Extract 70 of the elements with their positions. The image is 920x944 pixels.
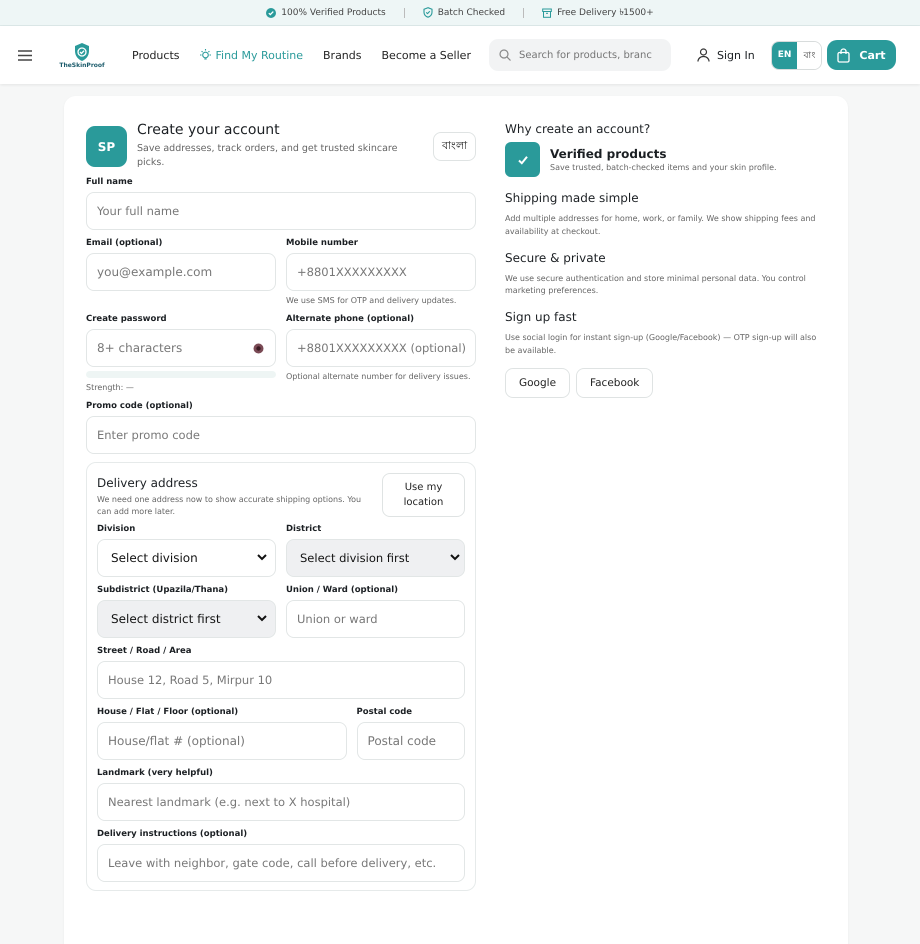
- field-label: Delivery instructions (optional): [97, 828, 248, 839]
- field-label: Postal code: [356, 706, 414, 717]
- field-label: Division: [97, 524, 136, 534]
- social-login-button[interactable]: Google: [505, 368, 570, 398]
- section-title: Delivery address: [97, 476, 199, 490]
- input-field[interactable]: Nearest landmark (e.g. next to X hospital): [97, 782, 465, 821]
- password-field[interactable]: 8+ characters: [86, 328, 276, 367]
- input-field[interactable]: you@example.com: [86, 252, 276, 290]
- checkmark-icon: [505, 142, 540, 177]
- benefit-title: Shipping made simple: [505, 191, 640, 205]
- input-field[interactable]: Your full name: [86, 192, 476, 230]
- section-note: We need one address now to show accurate shipping options. You can add more later.: [97, 494, 362, 518]
- eye-icon[interactable]: [253, 342, 264, 354]
- user-icon: [696, 48, 710, 62]
- shield-logo-icon: [73, 42, 91, 62]
- social-login-button[interactable]: Facebook: [576, 368, 654, 398]
- chevron-down-icon: [450, 554, 460, 562]
- form-title: Create your account: [137, 122, 281, 138]
- benefit-title: Verified products: [550, 147, 668, 161]
- field-label: Create password: [86, 314, 168, 324]
- input-field[interactable]: Leave with neighbor, gate code, call before delivery, etc.: [97, 844, 465, 882]
- form-subtitle: Save addresses, track orders, and get trusted skincare picks.: [137, 142, 398, 170]
- chevron-down-icon: [257, 615, 267, 622]
- shopping-bag-icon: [837, 48, 850, 62]
- field-label: House / Flat / Floor (optional): [97, 706, 240, 717]
- benefit-text: Use social login for instant sign-up (Google/Facebook) — OTP sign-up will also be available.: [505, 332, 818, 357]
- field-label: Alternate phone (optional): [286, 314, 416, 324]
- lightbulb-icon: [200, 48, 210, 62]
- language-button[interactable]: বাংলা: [433, 132, 476, 161]
- field-label: Mobile number: [286, 238, 359, 248]
- field-label: Promo code (optional): [86, 400, 194, 411]
- promo-text: Batch Checked: [438, 8, 506, 18]
- strength-text: Strength: —: [86, 382, 135, 393]
- benefit-text: Add multiple addresses for home, work, or family. We show shipping fees and availability at checkout.: [505, 213, 816, 238]
- nav-link[interactable]: Products: [132, 48, 180, 62]
- menu-icon[interactable]: [18, 50, 32, 60]
- benefit-title: Sign up fast: [505, 310, 578, 324]
- field-label: Subdistrict (Upazila/Thana): [97, 584, 230, 595]
- promo-text: Free Delivery ৳1500+: [557, 7, 654, 20]
- field-label: Email (optional): [86, 238, 164, 248]
- input-field[interactable]: Enter promo code: [86, 416, 476, 454]
- input-field[interactable]: +8801XXXXXXXXX (optional): [286, 328, 476, 367]
- field-label: Landmark (very helpful): [97, 768, 214, 778]
- input-field[interactable]: Union or ward: [286, 600, 465, 638]
- hint-text: We use SMS for OTP and delivery updates.: [286, 294, 458, 306]
- nav-link[interactable]: Brands: [323, 48, 362, 62]
- avatar-badge: SP: [86, 126, 127, 167]
- hint-text: Optional alternate number for delivery issues.: [286, 370, 472, 382]
- field-label: Union / Ward (optional): [286, 584, 400, 595]
- promo-text: 100% Verified Products: [281, 8, 386, 18]
- input-field[interactable]: House 12, Road 5, Mirpur 10: [97, 660, 465, 699]
- shield-icon: [422, 7, 433, 18]
- select-field[interactable]: Select division: [97, 538, 276, 577]
- benefits-title: Why create an account?: [505, 122, 652, 136]
- benefit-title: Secure & private: [505, 250, 607, 265]
- field-label: District: [286, 524, 322, 534]
- box-icon: [542, 8, 552, 18]
- location-button[interactable]: Use my location: [382, 472, 465, 517]
- input-field[interactable]: +8801XXXXXXXXX: [286, 252, 476, 290]
- chevron-down-icon: [257, 554, 267, 562]
- field-label: Full name: [86, 176, 134, 186]
- benefit-text: Save trusted, batch-checked items and your skin profile.: [550, 163, 777, 172]
- nav-link[interactable]: Become a Seller: [382, 48, 471, 62]
- field-label: Street / Road / Area: [97, 646, 192, 656]
- sign-in-link[interactable]: Sign In: [696, 48, 755, 62]
- input-field[interactable]: Postal code: [356, 722, 465, 760]
- input-field[interactable]: House/flat # (optional): [97, 722, 347, 760]
- benefit-text: We use secure authentication and store minimal personal data. You control marketing preferences.: [505, 272, 807, 298]
- check-circle-icon: [266, 8, 276, 18]
- search-field[interactable]: Search for products, branc: [488, 39, 671, 71]
